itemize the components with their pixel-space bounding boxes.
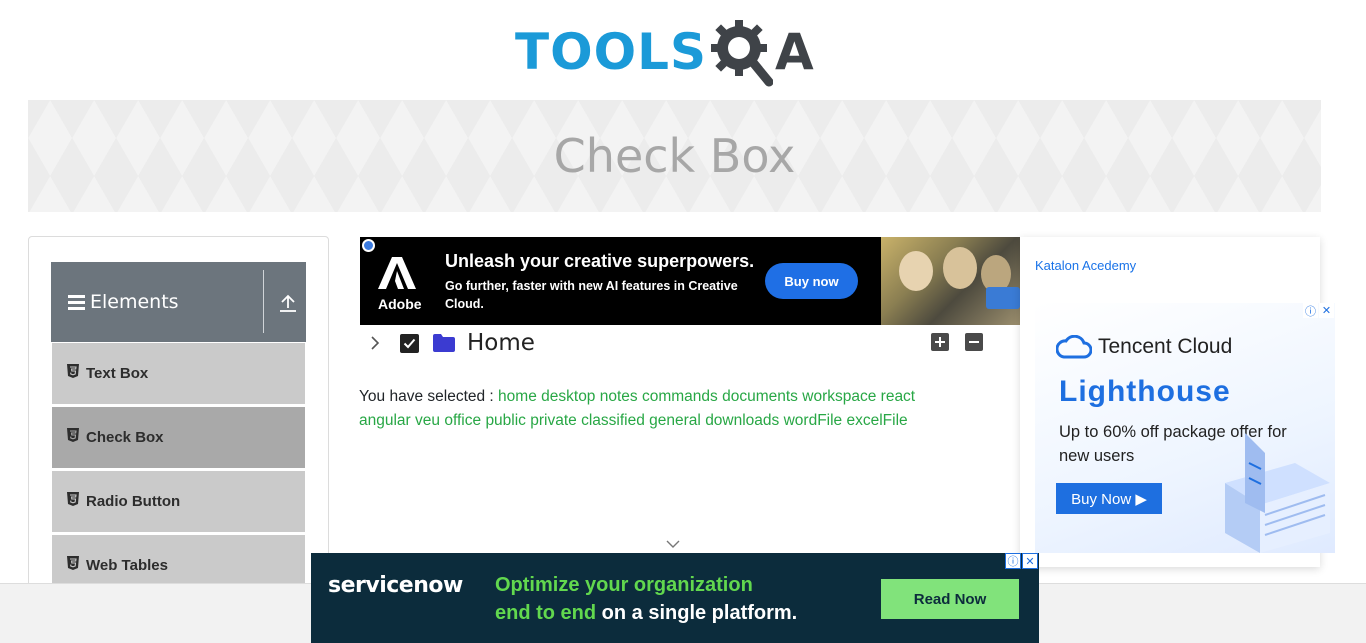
- adobe-ad-banner[interactable]: Adobe Unleash your creative superpowers.…: [360, 237, 1020, 325]
- html5-icon: [67, 363, 79, 378]
- sidebar-item-label: Web Tables: [86, 557, 168, 574]
- tree-node-label[interactable]: Home: [467, 330, 535, 356]
- ad-line1: Optimize your organization: [495, 574, 753, 596]
- ad-photo: [881, 237, 1020, 325]
- ad-product: Lighthouse: [1059, 375, 1231, 408]
- ad-close-icon[interactable]: ✕: [1319, 303, 1334, 318]
- ad-buy-now-button[interactable]: Buy now: [765, 263, 858, 299]
- page: TOOLS A Check Box Elements Text Box Chec…: [0, 0, 1366, 643]
- cloud-icon: [1056, 335, 1092, 359]
- ad-read-now-button[interactable]: Read Now: [881, 579, 1019, 619]
- ad-choices-icon[interactable]: [362, 239, 375, 252]
- hamburger-icon: [68, 292, 85, 313]
- result-item: commands: [641, 388, 718, 405]
- sidebar-panel: Elements Text Box Check Box Radio Button…: [28, 236, 329, 643]
- home-checkbox[interactable]: [400, 333, 419, 353]
- ad-line2-highlight: end to end: [495, 602, 597, 624]
- result-item: downloads: [705, 412, 780, 429]
- result-item: office: [444, 412, 482, 429]
- expand-all-button[interactable]: [931, 333, 949, 351]
- plus-icon: [935, 337, 945, 347]
- ad-headline: Unleash your creative superpowers.: [445, 251, 755, 271]
- result-item: notes: [599, 388, 638, 405]
- ad-brand: Tencent Cloud: [1098, 335, 1233, 358]
- result-item: react: [880, 388, 916, 405]
- ad-brand: Adobe: [378, 296, 422, 312]
- checkmark-icon: [403, 338, 416, 348]
- html5-icon: [67, 555, 79, 570]
- sidebar-item-text-box[interactable]: Text Box: [52, 343, 305, 404]
- result-item: classified: [581, 412, 645, 429]
- ad-buy-now-button[interactable]: Buy Now ▶: [1056, 483, 1162, 514]
- sidebar-item-label: Text Box: [86, 365, 149, 382]
- tree-node-home: Home: [366, 328, 535, 358]
- ad-subtext: Go further, faster with new AI features …: [445, 279, 738, 311]
- result-item: excelFile: [846, 412, 908, 429]
- html5-icon: [67, 491, 79, 506]
- html5-icon: [67, 427, 79, 442]
- sidebar-item-label: Radio Button: [86, 493, 181, 510]
- page-banner: Check Box: [28, 100, 1321, 212]
- collapse-all-button[interactable]: [965, 333, 983, 351]
- toolsqa-logo[interactable]: TOOLS A: [515, 14, 814, 90]
- selection-result: You have selected : home desktop notes c…: [359, 385, 959, 433]
- logo-text-tools: TOOLS: [515, 23, 707, 81]
- upload-arrow-icon[interactable]: [277, 292, 299, 314]
- page-title: Check Box: [553, 129, 796, 183]
- sidebar-item-check-box[interactable]: Check Box: [52, 407, 305, 468]
- folder-icon: [433, 334, 455, 352]
- result-item: angular: [359, 412, 411, 429]
- sidebar-group-title: Elements: [90, 291, 179, 313]
- katalon-academy-link[interactable]: Katalon Acedemy: [1035, 258, 1136, 273]
- result-item: wordFile: [783, 412, 843, 429]
- minus-icon: [969, 341, 979, 343]
- chevron-right-icon[interactable]: [366, 334, 384, 352]
- result-item: documents: [722, 388, 798, 405]
- result-item: public: [485, 412, 526, 429]
- ad-close-icon[interactable]: ✕: [1022, 553, 1038, 569]
- result-item: desktop: [541, 388, 596, 405]
- sidebar-item-label: Check Box: [86, 429, 164, 446]
- gear-magnifier-icon: [711, 20, 773, 87]
- result-item: workspace: [802, 388, 877, 405]
- result-item: home: [498, 388, 537, 405]
- ad-info-icon[interactable]: ⓘ: [1303, 303, 1318, 318]
- result-item: private: [530, 412, 577, 429]
- servicenow-ad[interactable]: ⓘ ✕ servicenow Optimize your organizatio…: [311, 553, 1039, 643]
- chevron-down-icon[interactable]: [666, 539, 680, 549]
- server-illustration-icon: [1225, 433, 1330, 553]
- ad-info-icon[interactable]: ⓘ: [1005, 553, 1021, 569]
- adobe-mark-icon: [378, 257, 416, 289]
- ad-line2-rest: on a single platform.: [596, 602, 798, 624]
- logo-text-a: A: [775, 23, 814, 81]
- servicenow-logo: servicenow: [328, 573, 463, 598]
- result-item: general: [649, 412, 701, 429]
- divider: [263, 270, 264, 333]
- sidebar-item-radio-button[interactable]: Radio Button: [52, 471, 305, 532]
- result-prefix: You have selected :: [359, 388, 494, 405]
- ad-headline: Optimize your organization end to end on…: [495, 571, 797, 627]
- adobe-logo: Adobe: [378, 257, 422, 312]
- sidebar-group-elements[interactable]: Elements: [51, 262, 306, 342]
- tencent-cloud-ad[interactable]: ⓘ ✕ Tencent Cloud Lighthouse Up to 60% o…: [1035, 303, 1335, 553]
- result-item: veu: [415, 412, 441, 429]
- tencent-cloud-logo: Tencent Cloud: [1056, 335, 1232, 359]
